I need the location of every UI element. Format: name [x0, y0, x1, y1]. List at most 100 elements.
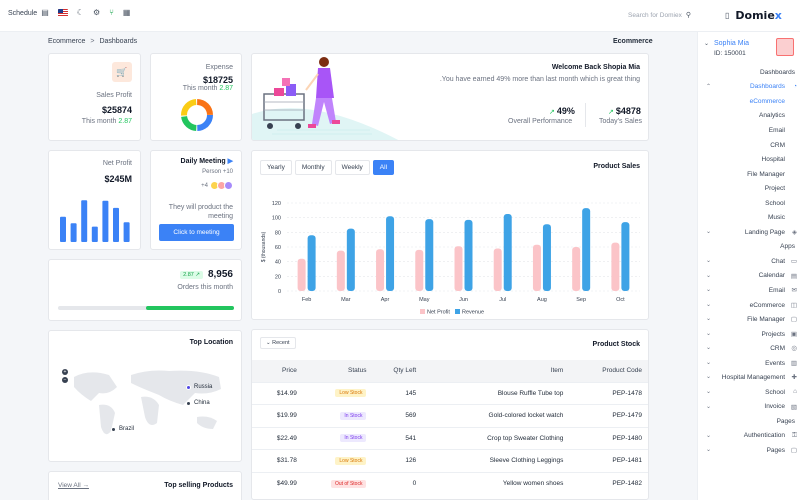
- tab-weekly[interactable]: Weekly: [334, 160, 370, 175]
- sidebar-item-events[interactable]: ⌄ ▥ Events: [698, 356, 800, 371]
- branch-icon[interactable]: ⑂: [109, 9, 114, 17]
- product-sales-title: Product Sales: [593, 163, 640, 170]
- sales-stat: ↗ $4878: [608, 106, 641, 116]
- logo[interactable]: Domiex: [735, 9, 782, 22]
- legend-label[interactable]: Revenue: [462, 310, 484, 316]
- sidebar-item-dashboards[interactable]: ⌃ ◔ Dashboards: [698, 80, 800, 95]
- bar-revenue[interactable]: [621, 222, 630, 291]
- sidebar-item-hospital[interactable]: Hospital: [698, 152, 800, 167]
- table-row[interactable]: $49.99 Out of Stock 0 Yellow women shoes…: [252, 471, 648, 495]
- x-tick-label: Sep: [576, 297, 586, 303]
- sidebar-item-project[interactable]: Project: [698, 181, 800, 196]
- cell-qty: 126: [366, 449, 417, 472]
- bar-revenue[interactable]: [542, 224, 551, 291]
- bar-revenue[interactable]: [425, 219, 434, 291]
- zoom-in-button[interactable]: +: [62, 369, 68, 375]
- bar-net-profit[interactable]: [611, 242, 620, 291]
- marker-brazil[interactable]: Brazil: [111, 426, 134, 432]
- search-input[interactable]: Search for Domiex ⚲: [628, 12, 691, 19]
- chevron-down-icon: ⌄: [706, 359, 712, 366]
- sidebar-item-email[interactable]: ⌄ ✉ Email: [698, 283, 800, 298]
- zoom-out-button[interactable]: −: [62, 377, 68, 383]
- sidebar-item-music[interactable]: Music: [698, 210, 800, 225]
- dark-mode-icon[interactable]: ☾: [77, 9, 84, 17]
- sidebar-item-label: Music: [768, 214, 785, 222]
- table-row[interactable]: $31.78 Low Stock 126 Sleeve Clothing Leg…: [252, 449, 648, 472]
- col-status[interactable]: Status: [296, 360, 367, 382]
- sidebar-item-crm[interactable]: ⌄ ◎ CRM: [698, 341, 800, 356]
- col-code[interactable]: Product Code: [563, 360, 648, 382]
- sidebar-item-label: File Manager: [747, 316, 785, 324]
- bar-revenue[interactable]: [307, 235, 316, 291]
- bar-net-profit[interactable]: [415, 249, 424, 291]
- table-row[interactable]: $22.49 In Stock 541 Crop top Sweater Clo…: [252, 426, 648, 450]
- marker-russia[interactable]: Russia: [186, 384, 212, 390]
- col-item[interactable]: Item: [416, 360, 564, 382]
- meeting-text-1: They will product the: [168, 204, 233, 211]
- sidebar-item-file-manager[interactable]: File Manager: [698, 167, 800, 182]
- tab-all[interactable]: All: [372, 160, 395, 175]
- sidebar-item-pages[interactable]: ⌄ ▢ Pages: [698, 443, 800, 458]
- welcome-title: Welcome Back Shopia Mia: [551, 64, 640, 71]
- legend-label[interactable]: Net Profit: [427, 310, 450, 316]
- bar-revenue[interactable]: [386, 216, 395, 291]
- sidebar-item-invoice[interactable]: ⌄ ▧ Invoice: [698, 400, 800, 415]
- sidebar-item-file-manager[interactable]: ⌄ ▢ File Manager: [698, 312, 800, 327]
- sidebar-item-email[interactable]: Email: [698, 123, 800, 138]
- bar-revenue[interactable]: [582, 208, 591, 291]
- view-all-link[interactable]: View All →: [58, 482, 89, 489]
- recent-button[interactable]: ⌄ Recent: [260, 337, 296, 349]
- sidebar-item-analytics[interactable]: Analytics: [698, 109, 800, 124]
- meeting-button[interactable]: Click to meeting: [159, 224, 234, 241]
- stat-divider: [585, 103, 586, 127]
- table-row[interactable]: $14.99 Low Stock 145 Blouse Ruffle Tube …: [252, 381, 648, 405]
- bar-net-profit[interactable]: [297, 258, 306, 291]
- pages-icon: ▢: [790, 447, 797, 455]
- sidebar-item-school[interactable]: ⌄ ⌂ School: [698, 385, 800, 400]
- col-price[interactable]: Price: [252, 360, 297, 382]
- schedule-button[interactable]: Schedule ▤: [8, 9, 49, 17]
- bar-revenue[interactable]: [464, 219, 473, 291]
- product-stock-card: ⌄ Recent Product Stock Price Status Qty …: [251, 329, 649, 500]
- tab-yearly[interactable]: Yearly: [260, 160, 292, 175]
- sidebar-item-authentication[interactable]: ⌄ ⚿ Authentication: [698, 429, 800, 444]
- sidebar-item-calendar[interactable]: ⌄ ▤ Calendar: [698, 269, 800, 284]
- status-badge: Low Stock: [335, 389, 367, 398]
- breadcrumb-root[interactable]: Ecommerce: [48, 38, 85, 45]
- bar-net-profit[interactable]: [532, 244, 541, 291]
- grid-icon[interactable]: ▦: [123, 9, 131, 17]
- marker-china[interactable]: China: [186, 400, 210, 406]
- meeting-title: Daily Meeting: [180, 158, 226, 165]
- bar-net-profit[interactable]: [454, 246, 463, 291]
- bar-net-profit[interactable]: [572, 247, 581, 291]
- bar-revenue[interactable]: [346, 228, 355, 291]
- orders-label: Orders this month: [177, 284, 233, 291]
- bar-net-profit[interactable]: [376, 249, 385, 291]
- sidebar-item-ecommerce[interactable]: ⌄ ◫ eCommerce: [698, 298, 800, 313]
- sidebar-item-school[interactable]: School: [698, 196, 800, 211]
- bar-net-profit[interactable]: [336, 250, 345, 291]
- sidebar-item-ecommerce[interactable]: eCommerce: [698, 94, 800, 109]
- sidebar-nav: Dashboards ⌃ ◔ Dashboards eCommerce Analytics…: [698, 65, 800, 458]
- sidebar-item-landing-page[interactable]: ⌄ ◈ Landing Page: [698, 225, 800, 240]
- sidebar-item-label: Email: [768, 126, 785, 134]
- sidebar-item-label: Apps: [780, 243, 795, 251]
- y-tick-label: 60: [275, 245, 281, 251]
- breadcrumb-separator: >: [90, 38, 95, 45]
- sidebar-item-chat[interactable]: ⌄ ▭ Chat: [698, 254, 800, 269]
- language-flag-icon[interactable]: [57, 9, 68, 17]
- sidebar-item-hospital-management[interactable]: ⌄ ✚ Hospital Management: [698, 370, 800, 385]
- col-qty[interactable]: Qty Left: [366, 360, 417, 382]
- sidebar-item-label: School: [765, 388, 785, 396]
- cell-qty: 541: [366, 426, 417, 450]
- bar-net-profit[interactable]: [493, 248, 502, 291]
- sidebar-item-label: Hospital Management: [721, 374, 785, 382]
- sidebar-toggle-icon[interactable]: ▯: [725, 11, 729, 20]
- bar-revenue[interactable]: [503, 214, 512, 291]
- sidebar-item-crm[interactable]: CRM: [698, 138, 800, 153]
- tab-monthly[interactable]: Monthly: [294, 160, 332, 175]
- settings-icon[interactable]: ⚙: [93, 9, 100, 17]
- net-profit-bar: [91, 226, 98, 242]
- table-row[interactable]: $19.99 In Stock 569 Gold-colored locket …: [252, 404, 648, 427]
- sidebar-item-projects[interactable]: ⌄ ▣ Projects: [698, 327, 800, 342]
